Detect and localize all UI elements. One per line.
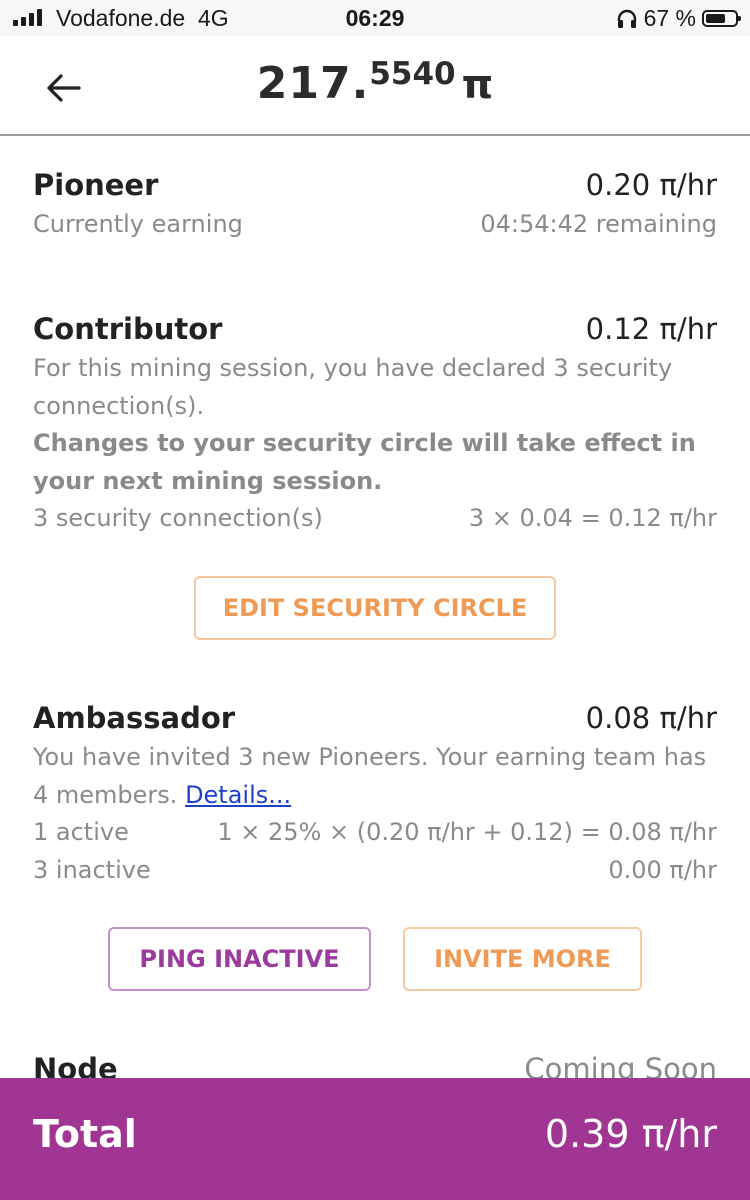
ambassador-rate: 0.08 π/hr [585,701,717,735]
contributor-section: Contributor 0.12 π/hr For this mining se… [33,312,717,538]
invite-more-button[interactable]: INVITE MORE [403,927,642,991]
header: 217.5540 π [0,36,750,136]
edit-security-circle-button[interactable]: EDIT SECURITY CIRCLE [194,576,556,640]
connections-label: 3 security connection(s) [33,504,323,532]
connections-formula: 3 × 0.04 = 0.12 π/hr [468,504,717,532]
ambassador-section: Ambassador 0.08 π/hr You have invited 3 … [33,701,717,889]
battery-percent: 67 % [643,5,696,31]
ambassador-title: Ambassador [33,701,236,735]
status-right: 67 % [616,5,741,32]
battery-icon [702,10,741,27]
contributor-rate: 0.12 π/hr [585,312,717,346]
pioneer-rate: 0.20 π/hr [585,168,717,202]
balance-integer: 217. [256,58,370,109]
contributor-title: Contributor [33,312,223,346]
pi-balance: 217.5540 π [0,56,750,109]
pioneer-remaining: 04:54:42 remaining [480,210,717,238]
inactive-label: 3 inactive [33,855,151,884]
battery-fill [706,14,725,23]
details-link[interactable]: Details... [185,781,291,809]
currency-symbol: π [461,62,494,108]
inactive-value: 0.00 π/hr [608,855,717,884]
total-value: 0.39 π/hr [544,1112,717,1156]
pioneer-title: Pioneer [33,168,159,202]
status-bar: Vodafone.de 4G 06:29 67 % [0,0,750,36]
active-formula: 1 × 25% × (0.20 π/hr + 0.12) = 0.08 π/hr [217,818,717,846]
ambassador-description-block: You have invited 3 new Pioneers. Your ea… [33,739,717,814]
contributor-notice: Changes to your security circle will tak… [33,429,696,495]
balance-fraction: 5540 [369,56,456,92]
pioneer-subtitle: Currently earning [33,210,243,238]
ambassador-description: You have invited 3 new Pioneers. Your ea… [33,743,707,809]
contributor-description: For this mining session, you have declar… [33,354,673,420]
total-bar: Total 0.39 π/hr [0,1078,750,1200]
total-label: Total [33,1112,137,1156]
ping-inactive-button[interactable]: PING INACTIVE [108,927,371,991]
headphones-icon [617,9,636,28]
pioneer-section: Pioneer 0.20 π/hr Currently earning 04:5… [33,168,717,244]
active-label: 1 active [33,818,129,846]
